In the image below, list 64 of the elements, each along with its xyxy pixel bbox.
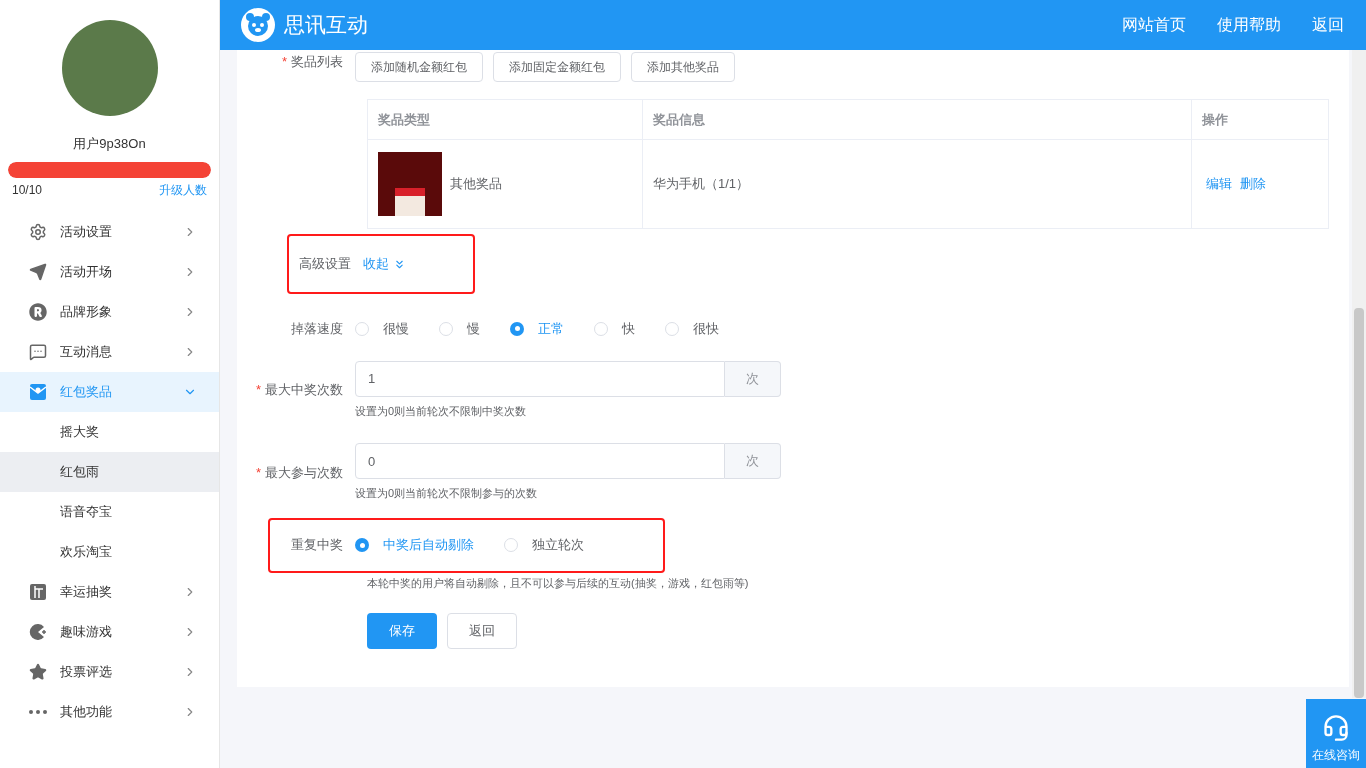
radio-option[interactable]: 很快 — [665, 319, 719, 339]
field-label: 最大中奖次数 — [265, 381, 343, 399]
submenu-item[interactable]: 语音夺宝 — [0, 491, 219, 532]
add-prize-button[interactable]: 添加其他奖品 — [631, 52, 735, 82]
column-header: 奖品类型 — [367, 99, 643, 140]
hint-text: 设置为0则当前轮次不限制参与的次数 — [355, 486, 539, 501]
hint-text: 本轮中奖的用户将自动剔除，且不可以参与后续的互动(抽奖，游戏，红包雨等) — [367, 575, 750, 591]
radio-option[interactable]: 独立轮次 — [504, 535, 584, 555]
hint-text: 设置为0则当前轮次不限制中奖次数 — [355, 403, 528, 419]
chat-icon — [29, 342, 47, 361]
bear-logo-icon — [240, 7, 276, 43]
unit-addon: 次 — [725, 360, 781, 397]
field-label: 高级设置 — [299, 255, 351, 274]
back-button[interactable]: 返回 — [447, 613, 517, 649]
star-icon — [29, 662, 47, 681]
column-header: 操作 — [1191, 99, 1329, 140]
menu-item[interactable]: 幸运抽奖 — [0, 571, 219, 612]
menu-item[interactable]: 互动消息 — [0, 331, 219, 372]
username: 用户9p38On — [73, 135, 146, 153]
grid-icon — [29, 582, 47, 601]
required-asterisk: * — [255, 381, 261, 399]
radio-button[interactable] — [439, 321, 453, 336]
quota-count: 10/10 — [12, 181, 43, 199]
radio-option[interactable]: 快 — [594, 319, 635, 339]
radio-button[interactable] — [355, 321, 369, 336]
required-asterisk: * — [255, 463, 261, 482]
menu-item[interactable]: 品牌形象 — [0, 291, 219, 332]
menu-item[interactable]: 趣味游戏 — [0, 611, 219, 652]
registered-icon — [29, 302, 47, 321]
field-label: 重复中奖 — [290, 536, 344, 555]
menu-item[interactable]: 投票评选 — [0, 651, 219, 692]
add-prize-button[interactable]: 添加固定金额红包 — [493, 52, 621, 82]
required-asterisk: * — [281, 53, 287, 71]
number-input[interactable]: 0 — [355, 443, 725, 479]
unit-addon: 次 — [725, 443, 781, 479]
submenu-item[interactable]: 红包雨 — [0, 451, 219, 492]
column-header: 奖品信息 — [642, 99, 1192, 140]
radio-option[interactable]: 慢 — [439, 319, 480, 339]
submenu-item[interactable]: 摇大奖 — [0, 411, 219, 452]
radio-option[interactable]: 很慢 — [355, 319, 409, 339]
table-cell-text: 其他奖品 — [450, 175, 502, 194]
radio-button[interactable] — [510, 321, 524, 336]
headset-icon — [1322, 714, 1350, 742]
radio-button[interactable] — [355, 538, 369, 552]
field-label: 最大参与次数 — [265, 463, 343, 482]
radio-button[interactable] — [504, 538, 518, 552]
envelope-icon — [29, 382, 47, 401]
paper-plane-icon — [29, 262, 47, 281]
menu-item[interactable]: 其他功能 — [0, 691, 219, 732]
submenu-item[interactable]: 欢乐淘宝 — [0, 531, 219, 572]
menu-item[interactable]: 活动设置 — [0, 211, 219, 252]
settings-icon — [29, 222, 47, 241]
add-prize-button[interactable]: 添加随机金额红包 — [355, 52, 483, 82]
menu-item[interactable]: 活动开场 — [0, 251, 219, 292]
radio-button[interactable] — [665, 321, 679, 336]
number-input[interactable]: 1 — [355, 360, 725, 397]
pacman-icon — [29, 622, 47, 641]
field-label: 奖品列表 — [291, 53, 343, 71]
more-icon — [29, 709, 47, 714]
radio-button[interactable] — [594, 321, 608, 336]
field-label: 掉落速度 — [291, 320, 343, 338]
table-cell: 华为手机（1/1） — [642, 139, 1192, 229]
gift-box-image — [378, 152, 442, 216]
brand-name: 思讯互动 — [284, 12, 368, 39]
